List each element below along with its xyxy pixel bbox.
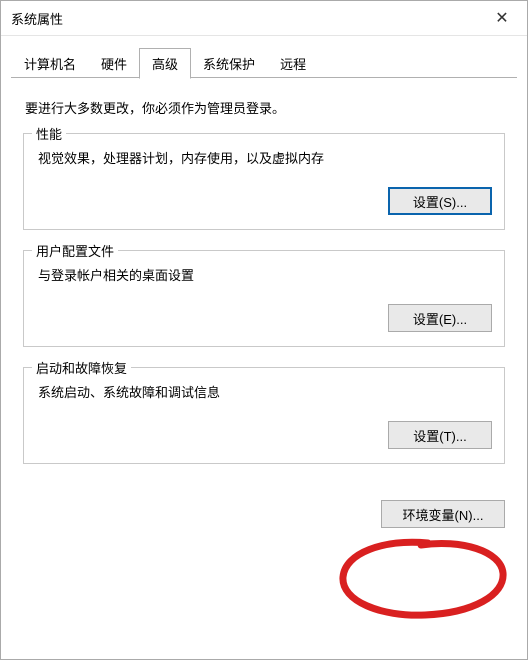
admin-notice: 要进行大多数更改，你必须作为管理员登录。 bbox=[25, 98, 503, 117]
button-label: 设置(T)... bbox=[413, 426, 466, 445]
titlebar: 系统属性 ✕ bbox=[1, 1, 527, 36]
group-legend: 启动和故障恢复 bbox=[32, 358, 131, 377]
button-row: 设置(T)... bbox=[38, 421, 492, 449]
performance-settings-button[interactable]: 设置(S)... bbox=[388, 187, 492, 215]
startup-settings-button[interactable]: 设置(T)... bbox=[388, 421, 492, 449]
group-legend: 用户配置文件 bbox=[32, 241, 118, 260]
annotation-circle-icon bbox=[333, 535, 513, 625]
tab-label: 高级 bbox=[152, 57, 178, 72]
button-label: 设置(S)... bbox=[413, 192, 467, 211]
environment-variables-button[interactable]: 环境变量(N)... bbox=[381, 500, 505, 528]
group-user-profile: 用户配置文件 与登录帐户相关的桌面设置 设置(E)... bbox=[23, 250, 505, 347]
tab-label: 远程 bbox=[280, 57, 306, 72]
tab-advanced[interactable]: 高级 bbox=[139, 48, 191, 79]
tab-system-protection[interactable]: 系统保护 bbox=[190, 49, 268, 78]
group-startup-recovery: 启动和故障恢复 系统启动、系统故障和调试信息 设置(T)... bbox=[23, 367, 505, 464]
tab-strip: 计算机名 硬件 高级 系统保护 远程 bbox=[1, 36, 527, 78]
button-label: 环境变量(N)... bbox=[403, 505, 484, 524]
button-row: 设置(E)... bbox=[38, 304, 492, 332]
tab-computer-name[interactable]: 计算机名 bbox=[11, 49, 89, 78]
button-label: 设置(E)... bbox=[413, 309, 467, 328]
tab-label: 硬件 bbox=[101, 57, 127, 72]
close-icon: ✕ bbox=[495, 8, 508, 28]
close-button[interactable]: ✕ bbox=[479, 2, 525, 34]
profile-settings-button[interactable]: 设置(E)... bbox=[388, 304, 492, 332]
tab-label: 计算机名 bbox=[24, 57, 76, 72]
system-properties-window: 系统属性 ✕ 计算机名 硬件 高级 系统保护 远程 要进行大多数更改，你必须作为… bbox=[0, 0, 528, 660]
tab-content-advanced: 要进行大多数更改，你必须作为管理员登录。 性能 视觉效果，处理器计划，内存使用，… bbox=[1, 78, 527, 494]
env-row: 环境变量(N)... bbox=[23, 500, 505, 528]
group-legend: 性能 bbox=[32, 124, 66, 143]
group-desc: 视觉效果，处理器计划，内存使用，以及虚拟内存 bbox=[38, 148, 492, 167]
tab-hardware[interactable]: 硬件 bbox=[88, 49, 140, 78]
tab-remote[interactable]: 远程 bbox=[267, 49, 319, 78]
group-desc: 与登录帐户相关的桌面设置 bbox=[38, 265, 492, 284]
tab-label: 系统保护 bbox=[203, 57, 255, 72]
group-desc: 系统启动、系统故障和调试信息 bbox=[38, 382, 492, 401]
group-performance: 性能 视觉效果，处理器计划，内存使用，以及虚拟内存 设置(S)... bbox=[23, 133, 505, 230]
button-row: 设置(S)... bbox=[38, 187, 492, 215]
window-title: 系统属性 bbox=[11, 9, 63, 28]
